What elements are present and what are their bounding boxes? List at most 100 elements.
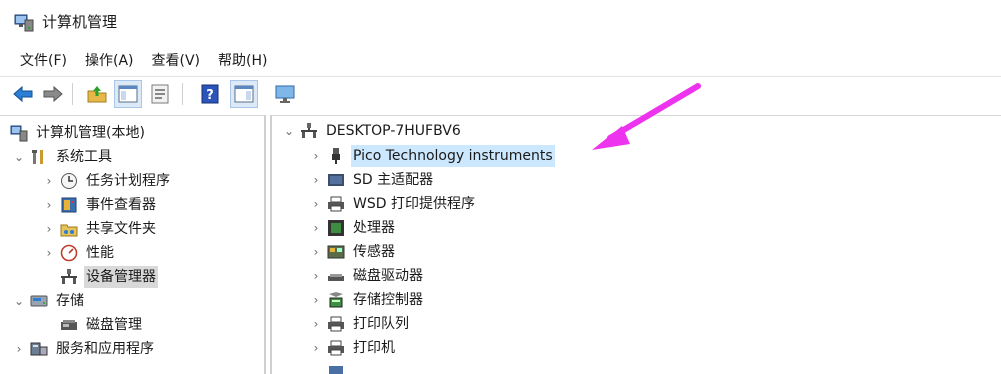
chevron-right-icon[interactable]: ›: [309, 221, 323, 235]
chevron-right-icon[interactable]: ›: [42, 246, 56, 260]
chevron-right-icon[interactable]: ›: [42, 174, 56, 188]
event-viewer-icon: [60, 196, 78, 214]
menu-help[interactable]: 帮助(H): [209, 48, 276, 74]
performance-icon: [60, 244, 78, 262]
storage-controller-icon: [327, 291, 345, 309]
device-tree-root[interactable]: ⌄ DESKTOP-7HUFBV6: [282, 119, 463, 143]
menu-bar: 文件(F) 操作(A) 查看(V) 帮助(H): [0, 48, 276, 74]
chevron-right-icon[interactable]: ›: [12, 342, 26, 356]
device-category-label: 磁盘驱动器: [353, 268, 423, 284]
chevron-right-icon[interactable]: ›: [42, 198, 56, 212]
tree-item-label: 设备管理器: [84, 266, 158, 288]
tree-item-storage[interactable]: ⌄ 存储: [12, 289, 86, 313]
sd-adapter-icon: [327, 171, 345, 189]
device-category-print-queues[interactable]: › 打印队列: [309, 312, 411, 336]
tree-item-label: 性能: [86, 245, 114, 261]
show-hide-console-tree-icon[interactable]: [114, 80, 142, 108]
tree-item-label: 共享文件夹: [86, 221, 156, 237]
action-pane-icon[interactable]: [230, 80, 258, 108]
device-category-pico[interactable]: › Pico Technology instruments: [309, 144, 555, 168]
chevron-right-icon[interactable]: ›: [309, 173, 323, 187]
tree-item-shared-folders[interactable]: › 共享文件夹: [42, 217, 158, 241]
back-arrow-icon[interactable]: [9, 80, 37, 108]
computer-management-icon: [14, 12, 34, 32]
processor-icon: [327, 219, 345, 237]
tree-item-computer-management[interactable]: 计算机管理(本地): [10, 121, 147, 145]
chevron-right-icon[interactable]: ›: [309, 341, 323, 355]
tree-item-system-tools[interactable]: ⌄ 系统工具: [12, 145, 114, 169]
device-category-label: Pico Technology instruments: [351, 145, 555, 167]
chevron-right-icon[interactable]: ›: [309, 245, 323, 259]
tree-item-label: 事件查看器: [86, 197, 156, 213]
device-category-sensors[interactable]: › 传感器: [309, 240, 397, 264]
device-category-wsd-print[interactable]: › WSD 打印提供程序: [309, 192, 477, 216]
menu-action[interactable]: 操作(A): [76, 48, 143, 74]
forward-arrow-icon[interactable]: [39, 80, 67, 108]
tools-icon: [30, 148, 48, 166]
printer-icon: [327, 195, 345, 213]
device-category-storage-controllers[interactable]: › 存储控制器: [309, 288, 425, 312]
svg-text:?: ?: [206, 88, 214, 103]
tree-item-services-applications[interactable]: › 服务和应用程序: [12, 337, 156, 361]
clock-icon: [60, 172, 78, 190]
help-icon[interactable]: ?: [196, 80, 224, 108]
tree-item-label: 服务和应用程序: [56, 341, 154, 357]
device-manager-icon: [60, 268, 78, 286]
tree-item-label: 计算机管理(本地): [36, 125, 145, 141]
toolbar-separator: [72, 83, 73, 105]
device-category-printers[interactable]: › 打印机: [309, 336, 397, 360]
console-tree-pane: 计算机管理(本地) ⌄ 系统工具 › 任务计划程序 › 事件查看器 › 共享文件…: [0, 115, 266, 374]
tree-item-task-scheduler[interactable]: › 任务计划程序: [42, 169, 172, 193]
toolbar-separator: [182, 83, 183, 105]
menu-view[interactable]: 查看(V): [143, 48, 210, 74]
sensor-icon: [327, 243, 345, 261]
disk-drive-icon: [327, 267, 345, 285]
device-icon: [327, 360, 345, 374]
tree-item-device-manager[interactable]: 设备管理器: [60, 265, 158, 289]
shared-folder-icon: [60, 220, 78, 238]
tree-item-label: 系统工具: [56, 149, 112, 165]
chevron-right-icon[interactable]: ›: [309, 197, 323, 211]
services-icon: [30, 340, 48, 358]
device-category-label: 存储控制器: [353, 292, 423, 308]
tree-item-label: 磁盘管理: [86, 317, 142, 333]
tree-item-label: 任务计划程序: [86, 173, 170, 189]
window-title: 计算机管理: [42, 13, 118, 31]
chevron-right-icon[interactable]: ›: [309, 317, 323, 331]
device-category-processors[interactable]: › 处理器: [309, 216, 397, 240]
device-category-label: SD 主适配器: [353, 172, 434, 188]
device-category-disk-drives[interactable]: › 磁盘驱动器: [309, 264, 425, 288]
chevron-right-icon[interactable]: ›: [309, 293, 323, 307]
chevron-right-icon[interactable]: ›: [42, 222, 56, 236]
tree-item-performance[interactable]: › 性能: [42, 241, 116, 265]
printer-icon: [327, 339, 345, 357]
device-category-label: WSD 打印提供程序: [353, 196, 475, 212]
usb-plug-icon: [327, 147, 345, 165]
chevron-right-icon[interactable]: ›: [309, 149, 323, 163]
printer-icon: [327, 315, 345, 333]
chevron-down-icon[interactable]: ⌄: [12, 150, 26, 164]
up-folder-icon[interactable]: [83, 80, 111, 108]
toolbar: ?: [0, 76, 1001, 111]
computer-management-icon: [10, 124, 28, 142]
annotation-arrow: [592, 83, 701, 150]
chevron-right-icon[interactable]: ›: [309, 269, 323, 283]
tree-item-event-viewer[interactable]: › 事件查看器: [42, 193, 158, 217]
device-category-cut-off: [309, 360, 351, 374]
menu-file[interactable]: 文件(F): [11, 48, 76, 74]
disk-management-icon: [60, 316, 78, 334]
device-category-label: 处理器: [353, 220, 395, 236]
properties-icon[interactable]: [146, 80, 174, 108]
tree-item-label: 存储: [56, 293, 84, 309]
title-bar: 计算机管理: [0, 0, 1001, 46]
device-category-label: 传感器: [353, 244, 395, 260]
storage-icon: [30, 292, 48, 310]
device-category-label: 打印队列: [353, 316, 409, 332]
device-category-sd-host[interactable]: › SD 主适配器: [309, 168, 435, 192]
chevron-down-icon[interactable]: ⌄: [282, 124, 296, 138]
device-tree-root-label: DESKTOP-7HUFBV6: [326, 123, 461, 139]
chevron-down-icon[interactable]: ⌄: [12, 294, 26, 308]
device-category-label: 打印机: [353, 340, 395, 356]
tree-item-disk-management[interactable]: 磁盘管理: [60, 313, 144, 337]
monitor-icon[interactable]: [271, 80, 299, 108]
